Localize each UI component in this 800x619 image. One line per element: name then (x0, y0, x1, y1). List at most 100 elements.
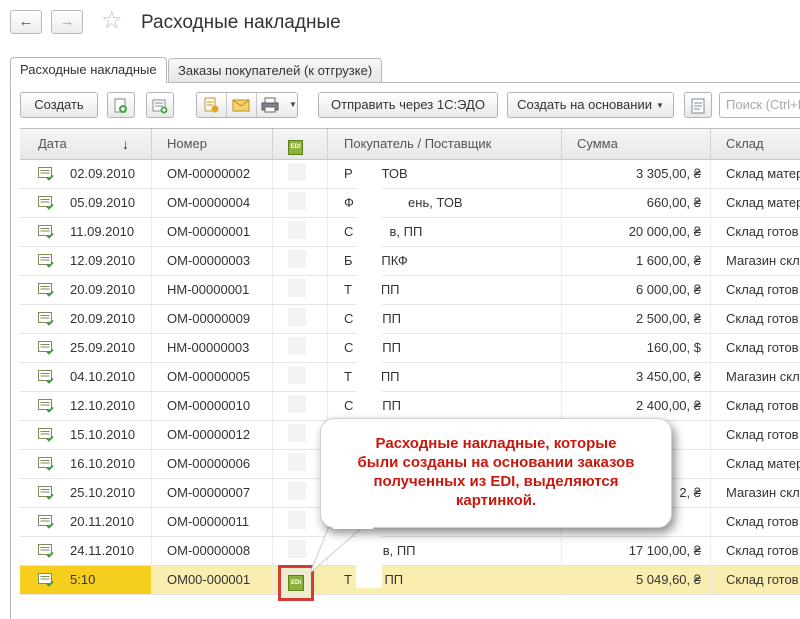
cell-date: 05.09.2010 (70, 195, 136, 210)
back-button[interactable]: ← (10, 10, 42, 34)
cell-number: ОМ-00000012 (167, 427, 251, 442)
table-row[interactable]: 5:10 ОМ00-000001 Т ПП 5 049,60, ₴ Склад гото… (20, 566, 800, 595)
cell-number: ОМ-00000004 (167, 195, 251, 210)
cell-number: ОМ-00000002 (167, 166, 251, 181)
cell-sum: 160,00, $ (646, 340, 701, 355)
edi-empty-cell (288, 250, 306, 268)
table-row[interactable]: 11.09.2010 ОМ-00000001 С в, ПП 20 000,00, ₴… (20, 218, 800, 247)
table-row[interactable]: 04.10.2010 ОМ-00000005 Т ПП 3 450,00, ₴ Мага… (20, 363, 800, 392)
edi-empty-cell (288, 308, 306, 326)
document-posted-icon (38, 515, 54, 529)
cell-sum: 3 450,00, ₴ (635, 369, 701, 384)
report-button[interactable] (684, 92, 712, 118)
column-header-sum[interactable]: Сумма (577, 129, 618, 159)
add-list-icon (152, 99, 168, 114)
cell-warehouse: Магазин скл (726, 253, 800, 268)
arrow-left-icon: ← (18, 13, 34, 30)
create-button[interactable]: Создать (20, 92, 98, 118)
document-posted-icon (38, 196, 54, 210)
table-row[interactable]: 05.09.2010 ОМ-00000004 Ф ень, ТОВ 660,00, ₴… (20, 189, 800, 218)
cell-date: 25.10.2010 (70, 485, 136, 500)
cell-warehouse: Склад матер (726, 195, 800, 210)
column-header-edi[interactable]: EDI (288, 136, 303, 155)
column-header-number[interactable]: Номер (167, 129, 207, 159)
column-divider (710, 392, 711, 420)
envelope-icon[interactable] (232, 97, 250, 121)
cell-number: ОМ-00000006 (167, 456, 251, 471)
cell-warehouse: Склад готов (726, 427, 799, 442)
cell-number: ОМ00-000001 (167, 572, 251, 587)
folder-document-icon[interactable] (202, 96, 220, 122)
send-via-edo-button[interactable]: Отправить через 1С:ЭДО (318, 92, 498, 118)
document-posted-icon (38, 486, 54, 500)
column-divider (561, 305, 562, 333)
column-divider (327, 392, 328, 420)
tab-customer-orders[interactable]: Заказы покупателей (к отгрузке) (168, 58, 383, 83)
edi-empty-cell (288, 279, 306, 297)
cell-number: ОМ-00000008 (167, 543, 251, 558)
forward-button[interactable]: → (51, 10, 83, 34)
column-divider (561, 276, 562, 304)
cell-warehouse: Склад готов (726, 514, 799, 529)
document-posted-icon (38, 573, 54, 587)
column-divider (327, 160, 328, 188)
search-input[interactable]: Поиск (Ctrl+F) (719, 92, 800, 118)
search-placeholder: Поиск (Ctrl+F) (726, 97, 800, 112)
column-divider (561, 334, 562, 362)
column-header-buyer[interactable]: Покупатель / Поставщик (344, 129, 491, 159)
column-divider (710, 450, 711, 478)
cell-number: НМ-00000001 (167, 282, 250, 297)
cell-warehouse: Магазин скл (726, 369, 800, 384)
column-divider (272, 218, 273, 246)
column-divider (710, 334, 711, 362)
cell-sum: 3 305,00, ₴ (635, 166, 701, 181)
edi-empty-cell (288, 395, 306, 413)
table-row[interactable]: 20.09.2010 ОМ-00000009 С ПП 2 500,00, ₴ Скла… (20, 305, 800, 334)
table-row[interactable]: 12.10.2010 ОМ-00000010 С ПП 2 400,00, ₴ Скла… (20, 392, 800, 421)
column-header-warehouse[interactable]: Склад (726, 129, 764, 159)
column-divider (272, 363, 273, 391)
cell-number: НМ-00000003 (167, 340, 250, 355)
chevron-down-icon[interactable]: ▼ (289, 93, 297, 117)
star-icon[interactable]: ☆ (101, 8, 123, 34)
cell-date: 04.10.2010 (70, 369, 136, 384)
copy-button[interactable] (107, 92, 135, 118)
document-posted-icon (38, 254, 54, 268)
table-row[interactable]: 25.09.2010 НМ-00000003 С ПП 160,00, $ Склад … (20, 334, 800, 363)
column-divider (272, 129, 273, 159)
cell-date: 5:10 (70, 572, 96, 587)
column-divider (710, 363, 711, 391)
column-divider (327, 276, 328, 304)
table-row[interactable]: 20.09.2010 НМ-00000001 Т ПП 6 000,00, ₴ Скла… (20, 276, 800, 305)
column-divider (327, 305, 328, 333)
cell-date: 16.10.2010 (70, 456, 136, 471)
column-divider (710, 479, 711, 507)
column-divider (327, 334, 328, 362)
table-row[interactable]: 12.09.2010 ОМ-00000003 Б ПКФ 1 600,00, ₴ Маг… (20, 247, 800, 276)
column-divider (151, 479, 152, 507)
table-row[interactable]: 02.09.2010 ОМ-00000002 Р ТОВ 3 305,00, ₴ Скл… (20, 160, 800, 189)
column-divider (151, 392, 152, 420)
column-divider (327, 189, 328, 217)
sort-arrow-icon[interactable]: ↓ (122, 129, 129, 159)
cell-warehouse: Склад матер (726, 166, 800, 181)
callout-joint (333, 509, 373, 529)
cell-sum: 5 049,60, ₴ (635, 572, 701, 587)
column-divider (561, 218, 562, 246)
column-divider (272, 247, 273, 275)
document-actions-group: ▼ (196, 92, 298, 118)
column-divider (272, 508, 273, 536)
column-header-date[interactable]: Дата (38, 129, 67, 159)
tab-invoices[interactable]: Расходные накладные (10, 57, 167, 83)
column-divider (327, 129, 328, 159)
add-to-list-button[interactable] (146, 92, 174, 118)
column-divider (710, 189, 711, 217)
column-divider (710, 129, 711, 159)
document-posted-icon (38, 312, 54, 326)
column-divider (272, 479, 273, 507)
document-posted-icon (38, 399, 54, 413)
printer-icon[interactable] (261, 97, 279, 121)
create-based-on-button[interactable]: Создать на основании ▼ (507, 92, 674, 118)
page-title: Расходные накладные (141, 12, 341, 33)
table-row[interactable]: 24.11.2010 ОМ-00000008 вів, ПП 17 100,00, … (20, 537, 800, 566)
